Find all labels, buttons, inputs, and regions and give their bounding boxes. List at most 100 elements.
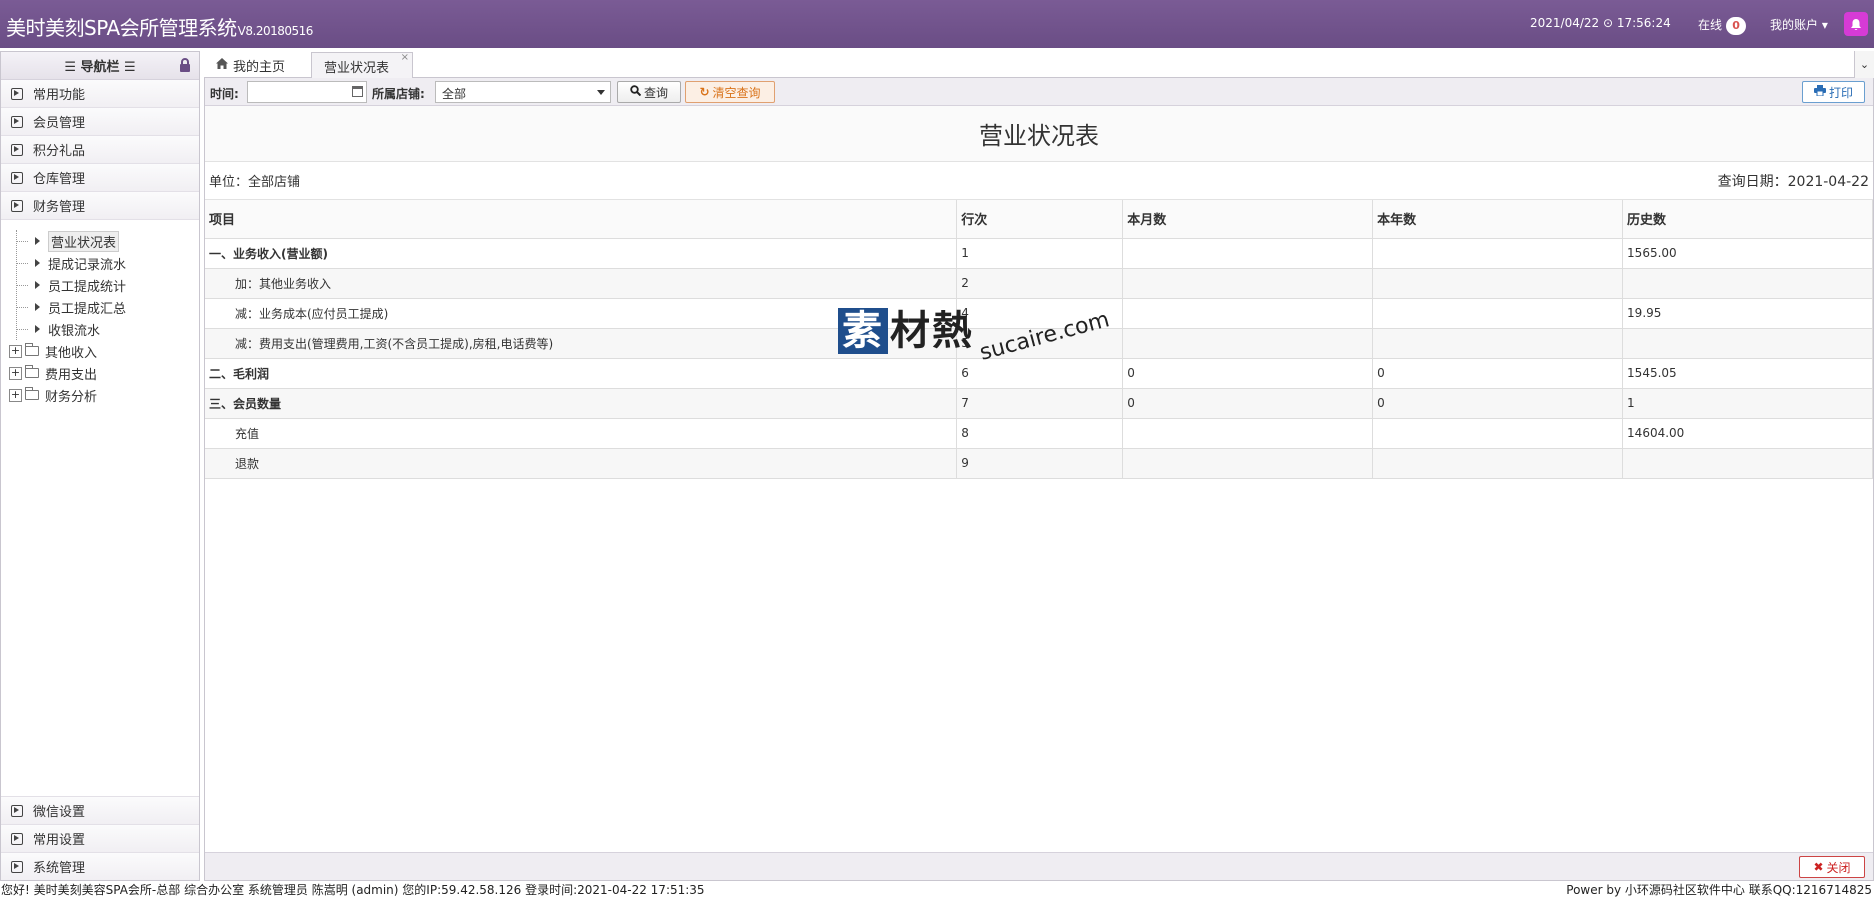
expand-icon — [11, 171, 23, 184]
table-cell-month: 0 — [1122, 388, 1374, 419]
caret-right-icon — [35, 325, 40, 333]
expand-icon — [11, 832, 23, 845]
lock-icon[interactable] — [179, 58, 191, 76]
tree-folder-label: 财务分析 — [45, 389, 98, 405]
plus-icon: + — [9, 343, 22, 358]
sidebar-group-common[interactable]: 常用功能 — [1, 80, 199, 108]
status-bar: 您好! 美时美刻美容SPA会所-总部 综合办公室 系统管理员 陈嵩明 (admi… — [0, 881, 1874, 900]
sidebar-group-finance[interactable]: 财务管理 — [1, 192, 199, 220]
clear-query-button[interactable]: ↻ 清空查询 — [685, 81, 775, 103]
table-row: 一、业务收入(营业额) 1 1565.00 — [205, 238, 1873, 269]
print-button[interactable]: 打印 — [1802, 81, 1865, 103]
watermark-cn: 素材熱 — [838, 298, 974, 356]
account-menu[interactable]: 我的账户 ▾ — [1770, 16, 1828, 33]
table-cell-line: 7 — [956, 388, 1124, 419]
caret-right-icon — [35, 281, 40, 289]
table-row: 二、毛利润 6 0 0 1545.05 — [205, 358, 1873, 389]
tree-folder-other-income[interactable]: + 其他收入 — [1, 340, 199, 362]
table-cell-line: 8 — [956, 418, 1124, 449]
chevron-double-down-icon[interactable]: ⌄ — [1854, 51, 1874, 78]
calendar-icon[interactable] — [352, 86, 363, 97]
tree-folder-analysis[interactable]: + 财务分析 — [1, 384, 199, 406]
print-button-label: 打印 — [1828, 85, 1853, 100]
tab-business-report[interactable]: 营业状况表 × — [311, 52, 413, 79]
plus-icon: + — [9, 387, 22, 402]
tree-item-label: 提成记录流水 — [48, 257, 127, 273]
expand-icon — [11, 804, 23, 817]
tab-close-icon[interactable]: × — [401, 52, 409, 63]
query-button[interactable]: 查询 — [617, 81, 681, 103]
datetime-display: 2021/04/22 ⊙ 17:56:24 — [1530, 16, 1671, 30]
sidebar-group-label: 系统管理 — [33, 861, 86, 876]
sidebar-group-wechat[interactable]: 微信设置 — [1, 796, 199, 824]
table-cell-month — [1122, 238, 1374, 269]
query-toolbar: 时间: 所属店铺: 全部 查询 ↻ 清空查询 打印 — [205, 78, 1873, 106]
table-cell-item: 三、会员数量 — [205, 388, 958, 419]
online-status[interactable]: 在线 0 — [1698, 16, 1747, 35]
tree-folder-expenses[interactable]: + 费用支出 — [1, 362, 199, 384]
sidebar-group-warehouse[interactable]: 仓库管理 — [1, 164, 199, 192]
close-button[interactable]: ✖ 关闭 — [1799, 856, 1865, 878]
report-title: 营业状况表 — [205, 106, 1873, 162]
expand-icon — [11, 199, 23, 212]
table-cell-history: 14604.00 — [1622, 418, 1873, 449]
sidebar-group-label: 财务管理 — [33, 200, 86, 215]
bell-icon[interactable] — [1844, 12, 1868, 36]
tab-label: 营业状况表 — [324, 60, 390, 76]
online-count-badge: 0 — [1726, 17, 1747, 35]
caret-right-icon — [35, 259, 40, 267]
column-header: 本月数 — [1122, 200, 1374, 239]
tree-item-business-report[interactable]: 营业状况表 — [1, 230, 199, 252]
sidebar-group-settings[interactable]: 常用设置 — [1, 824, 199, 852]
table-cell-year — [1372, 328, 1624, 359]
tree-item-commission-stats[interactable]: 员工提成统计 — [1, 274, 199, 296]
clear-button-label: 清空查询 — [712, 85, 761, 100]
report-meta: 单位：全部店铺 查询日期：2021-04-22 — [205, 162, 1873, 200]
expand-icon — [11, 87, 23, 100]
finance-tree: 营业状况表 提成记录流水 员工提成统计 员工提成汇总 收银流水 + 其他收入 + 费… — [1, 220, 199, 406]
tree-item-label: 收银流水 — [48, 323, 101, 339]
sidebar: ☰ 导航栏 ☰ 常用功能 会员管理 积分礼品 仓库管理 财务管理 营业状况表 提… — [0, 51, 200, 881]
home-icon — [216, 58, 228, 73]
folder-icon — [25, 343, 39, 356]
tab-home-label: 我的主页 — [233, 60, 286, 75]
table-cell-year: 0 — [1372, 388, 1624, 419]
table-cell-month — [1122, 328, 1374, 359]
plus-icon: + — [9, 365, 22, 380]
main-content: 时间: 所属店铺: 全部 查询 ↻ 清空查询 打印 营业状况表 单位：全部店铺 … — [204, 78, 1874, 881]
sidebar-group-points[interactable]: 积分礼品 — [1, 136, 199, 164]
table-cell-year — [1372, 448, 1624, 479]
tree-folder-label: 费用支出 — [45, 367, 98, 383]
tree-item-label: 员工提成汇总 — [48, 301, 127, 317]
sidebar-group-members[interactable]: 会员管理 — [1, 108, 199, 136]
store-select[interactable]: 全部 — [435, 81, 611, 103]
sidebar-group-system[interactable]: 系统管理 — [1, 852, 199, 880]
app-name: 美时美刻SPA会所管理系统 — [6, 16, 237, 40]
sidebar-group-label: 微信设置 — [33, 805, 86, 820]
table-cell-item: 充值 — [205, 418, 958, 449]
report-table-body: 一、业务收入(营业额) 1 1565.00 加：其他业务收入 2 减：业务成本(应付员工提… — [205, 238, 1873, 479]
table-cell-line: 1 — [956, 238, 1124, 269]
column-header: 历史数 — [1622, 200, 1873, 239]
table-cell-history: 1545.05 — [1622, 358, 1873, 389]
caret-right-icon — [35, 237, 40, 245]
sidebar-group-label: 常用功能 — [33, 88, 86, 103]
table-cell-year — [1372, 418, 1624, 449]
tree-item-commission-log[interactable]: 提成记录流水 — [1, 252, 199, 274]
tree-item-commission-summary[interactable]: 员工提成汇总 — [1, 296, 199, 318]
table-cell-month — [1122, 268, 1374, 299]
tree-item-label: 员工提成统计 — [48, 279, 127, 295]
refresh-icon: ↻ — [699, 85, 710, 99]
table-cell-month — [1122, 448, 1374, 479]
table-row: 充值 8 14604.00 — [205, 418, 1873, 449]
query-button-label: 查询 — [643, 85, 668, 100]
time-input[interactable] — [247, 81, 367, 103]
table-row: 加：其他业务收入 2 — [205, 268, 1873, 299]
folder-icon — [25, 387, 39, 400]
app-header: 美时美刻SPA会所管理系统V8.20180516 2021/04/22 ⊙ 17… — [0, 0, 1874, 48]
tab-home[interactable]: 我的主页 — [204, 52, 304, 79]
tree-item-cashier-log[interactable]: 收银流水 — [1, 318, 199, 340]
close-button-label: 关闭 — [1826, 860, 1851, 875]
table-cell-line: 9 — [956, 448, 1124, 479]
table-cell-month — [1122, 418, 1374, 449]
